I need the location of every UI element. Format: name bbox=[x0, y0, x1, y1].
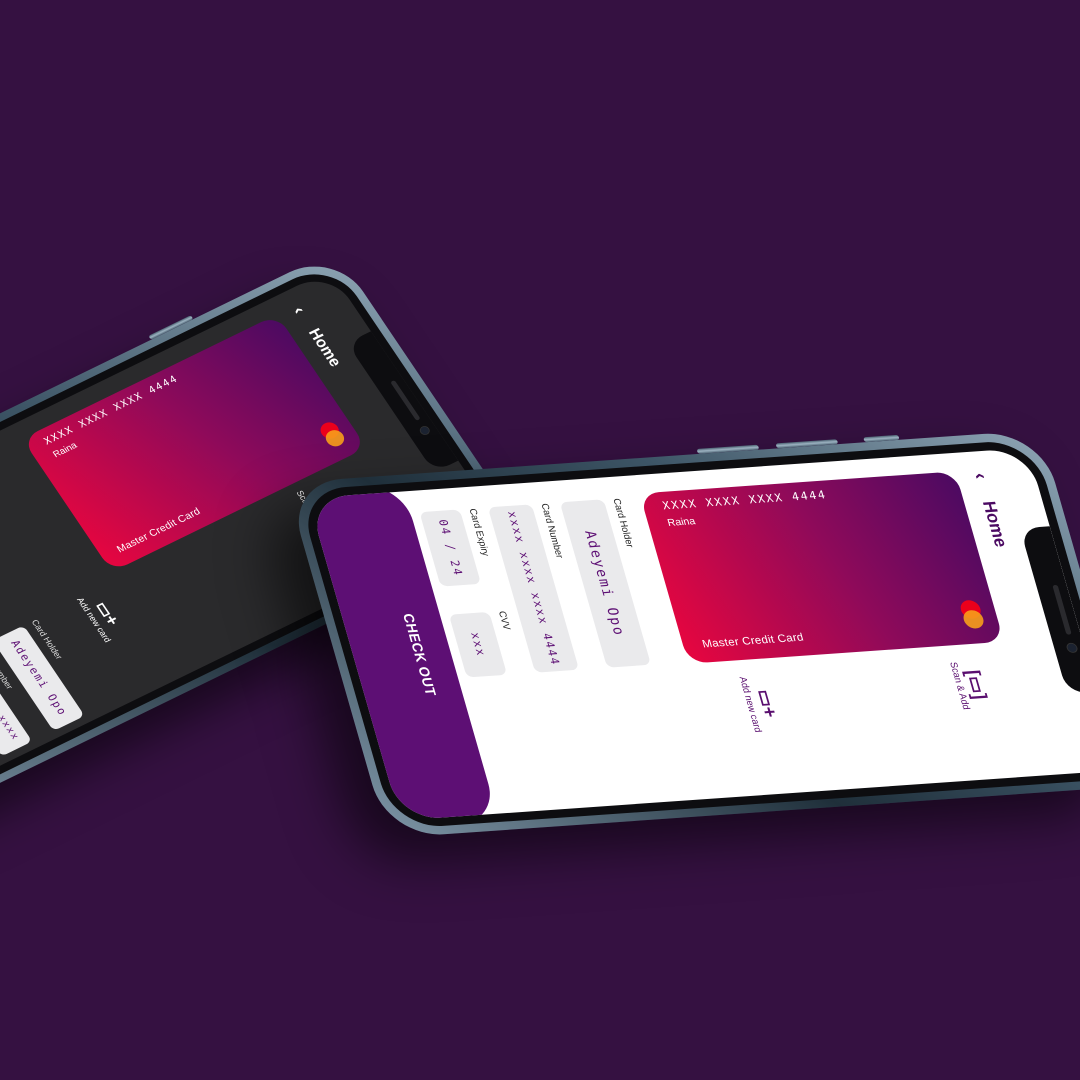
chevron-left-icon[interactable]: ‹ bbox=[968, 472, 996, 493]
card-type-label: Master Credit Card bbox=[700, 630, 806, 650]
cvv-label: CVV bbox=[496, 610, 513, 631]
card-expiry-value: 04 / 24 bbox=[435, 519, 465, 577]
speaker-grille bbox=[1052, 584, 1072, 635]
cvv-value: xxx bbox=[467, 632, 489, 658]
phone-front-screen: ‹ Home Master Credit Card Raina XXXX XXX… bbox=[308, 447, 1080, 821]
chevron-left-icon[interactable]: ‹ bbox=[289, 303, 318, 327]
card-holder-input[interactable]: Adeyemi Opo bbox=[559, 499, 652, 668]
card-holder-name: Raina bbox=[665, 514, 697, 529]
checkout-label: CHECK OUT bbox=[399, 613, 438, 697]
card-type-label: Master Credit Card bbox=[114, 505, 203, 555]
credit-card[interactable]: Master Credit Card Raina XXXX XXXX XXXX … bbox=[639, 471, 1005, 664]
card-number-input[interactable]: xxxx xxxx xxxx 4444 bbox=[487, 504, 580, 673]
front-camera bbox=[1065, 642, 1079, 654]
card-number-masked: XXXX XXXX XXXX 4444 bbox=[661, 488, 829, 513]
phone-front: ‹ Home Master Credit Card Raina XXXX XXX… bbox=[285, 430, 1080, 839]
card-text-group: Master Credit Card Raina XXXX XXXX XXXX … bbox=[639, 471, 1004, 663]
scene: ‹ Home Master Credit Card Raina XXXX XXX… bbox=[0, 0, 1080, 1080]
scan-add-button[interactable]: [▭] Scan & Add bbox=[947, 660, 994, 710]
page-title: Home bbox=[305, 325, 345, 370]
add-card-button[interactable]: ▭+ Add new card bbox=[75, 587, 131, 644]
add-card-button[interactable]: ▭+ Add new card bbox=[737, 675, 786, 732]
card-holder-value: Adeyemi Opo bbox=[7, 638, 70, 719]
card-holder-value: Adeyemi Opo bbox=[581, 530, 629, 637]
front-camera bbox=[417, 424, 432, 437]
page-title: Home bbox=[978, 500, 1012, 548]
